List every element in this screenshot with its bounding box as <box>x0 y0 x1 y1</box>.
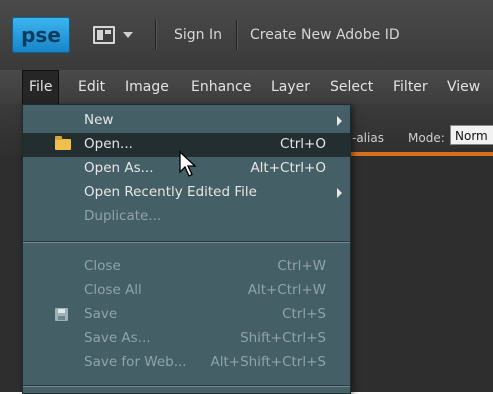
menu-separator <box>23 385 350 386</box>
sign-in-link[interactable]: Sign In <box>174 27 222 43</box>
menu-item-label: Close All <box>84 282 142 298</box>
file-menu-dropdown: New Open... Ctrl+O Open As... Alt+Ctrl+O… <box>22 104 351 394</box>
menu-item-close[interactable]: Close Ctrl+W <box>23 255 350 279</box>
divider <box>236 20 237 50</box>
menu-layer[interactable]: Layer <box>265 70 316 104</box>
app-window: pse Sign In Create New Adobe ID File Edi… <box>0 0 493 394</box>
menu-item-duplicate[interactable]: Duplicate... <box>23 205 350 229</box>
menu-item-label: Save for Web... <box>84 354 187 370</box>
title-bar: pse Sign In Create New Adobe ID <box>0 0 493 71</box>
menu-item-label: Open Recently Edited File <box>84 184 257 200</box>
menu-item-shortcut: Ctrl+O <box>280 136 326 152</box>
menu-enhance[interactable]: Enhance <box>185 70 257 104</box>
layout-menu-button[interactable] <box>93 22 143 48</box>
mode-label: Mode: <box>408 131 445 145</box>
panel-layout-icon <box>93 26 115 44</box>
menu-separator <box>23 241 350 242</box>
menu-select[interactable]: Select <box>324 70 379 104</box>
menu-item-label: Save <box>84 306 118 322</box>
menu-item-save-for-web[interactable]: Save for Web... Alt+Shift+Ctrl+S <box>23 351 350 375</box>
menu-item-label: New <box>84 112 114 128</box>
menu-edit[interactable]: Edit <box>72 70 111 104</box>
menu-filter[interactable]: Filter <box>387 70 434 104</box>
menu-item-save[interactable]: Save Ctrl+S <box>23 303 350 327</box>
menu-image[interactable]: Image <box>119 70 175 104</box>
menu-item-shortcut: Ctrl+S <box>282 306 326 322</box>
menu-view[interactable]: View <box>441 70 486 104</box>
pse-logo: pse <box>12 17 70 53</box>
menu-bar: File Edit Image Enhance Layer Select Fil… <box>0 70 493 104</box>
menu-item-close-all[interactable]: Close All Alt+Ctrl+W <box>23 279 350 303</box>
folder-icon <box>55 136 71 150</box>
mode-select[interactable]: Norm <box>450 125 493 145</box>
create-adobe-id-link[interactable]: Create New Adobe ID <box>250 27 400 43</box>
divider <box>155 20 156 50</box>
menu-item-shortcut: Shift+Ctrl+S <box>240 330 326 346</box>
floppy-disk-icon <box>55 308 68 321</box>
menu-item-shortcut: Ctrl+W <box>277 258 326 274</box>
menu-item-label: Open... <box>84 136 133 152</box>
menu-item-label: Duplicate... <box>84 208 162 224</box>
submenu-arrow-icon <box>337 116 342 126</box>
anti-alias-label: -alias <box>352 131 384 145</box>
menu-item-shortcut: Alt+Ctrl+W <box>247 282 326 298</box>
menu-item-new[interactable]: New <box>23 109 350 133</box>
menu-item-shortcut: Alt+Shift+Ctrl+S <box>210 354 327 370</box>
menu-item-label: Open As... <box>84 160 154 176</box>
chevron-down-icon <box>123 32 133 38</box>
menu-item-open-recent[interactable]: Open Recently Edited File <box>23 181 350 205</box>
menu-item-label: Save As... <box>84 330 151 346</box>
menu-item-shortcut: Alt+Ctrl+O <box>250 160 326 176</box>
menu-file[interactable]: File <box>22 70 60 104</box>
submenu-arrow-icon <box>337 188 342 198</box>
menu-item-save-as[interactable]: Save As... Shift+Ctrl+S <box>23 327 350 351</box>
menu-item-label: Close <box>84 258 121 274</box>
mouse-pointer-icon <box>179 150 197 177</box>
